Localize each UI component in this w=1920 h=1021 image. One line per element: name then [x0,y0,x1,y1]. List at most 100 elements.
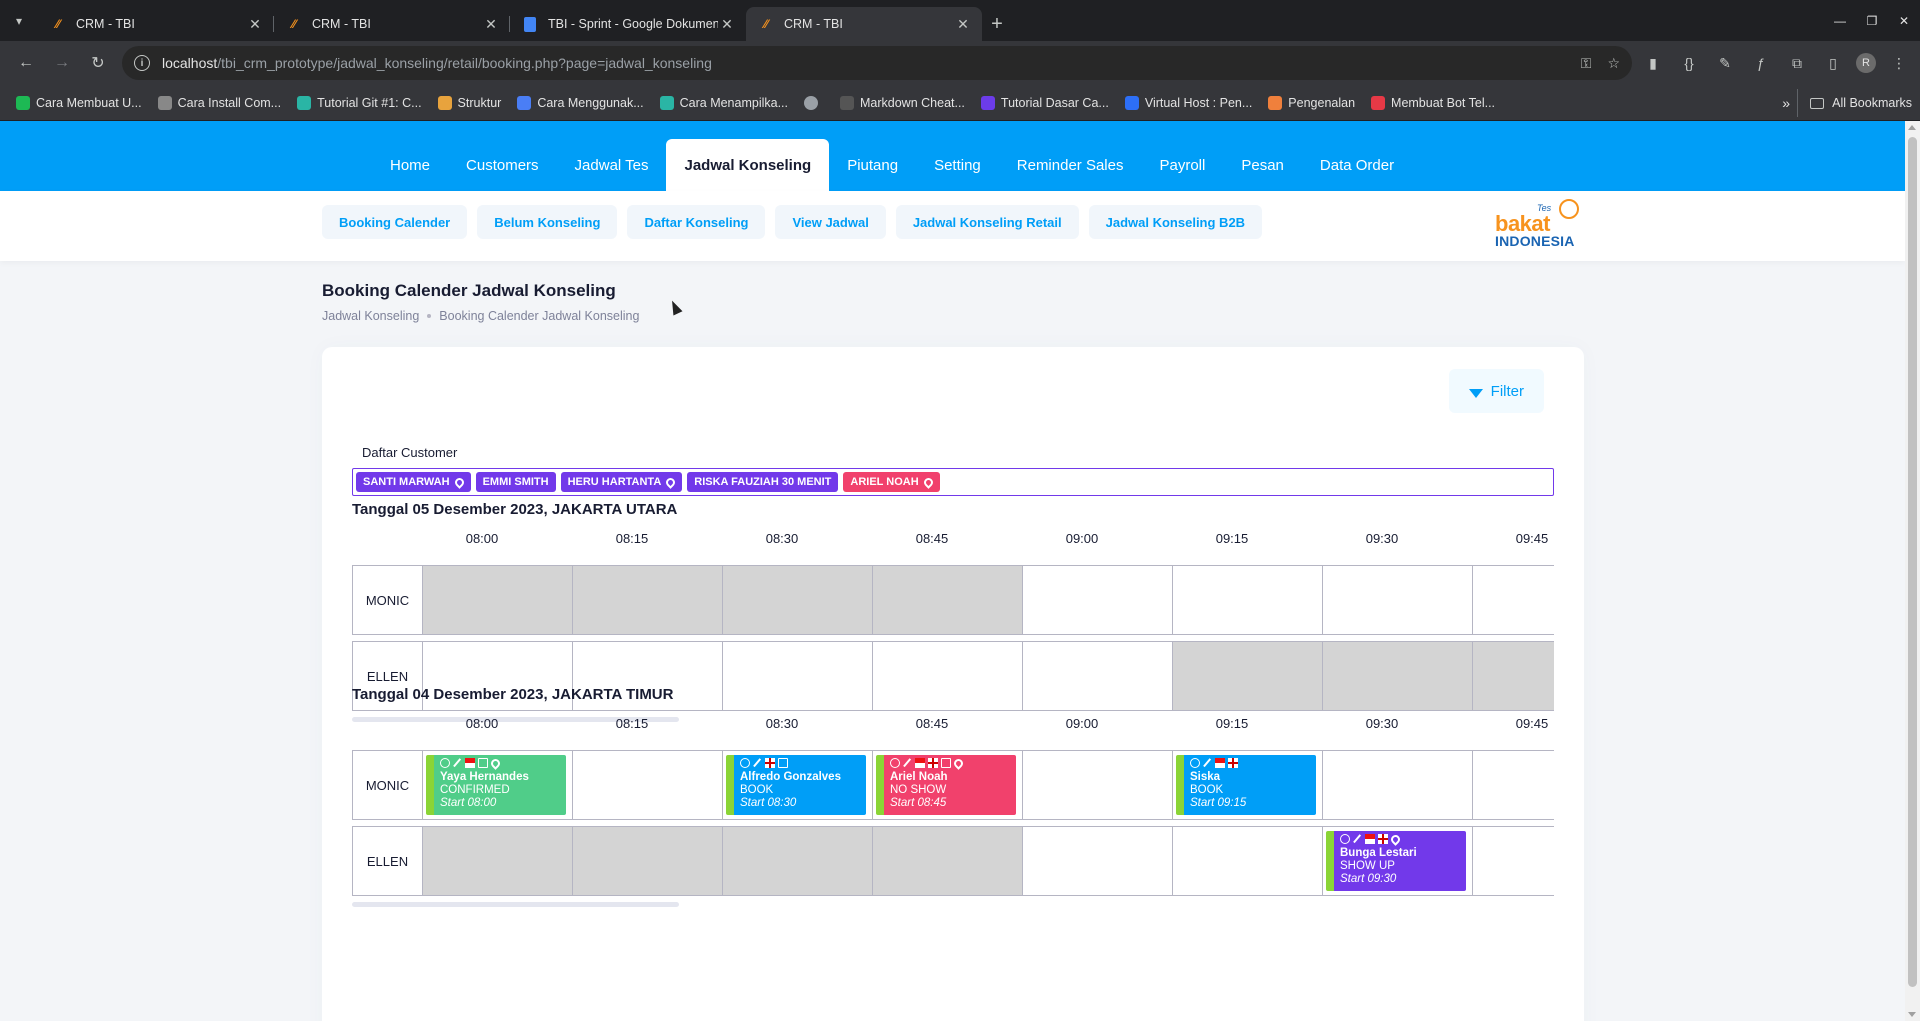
breadcrumb-item[interactable]: Jadwal Konseling [322,309,419,323]
eye-icon[interactable] [740,758,750,768]
time-slot[interactable] [423,566,573,634]
maximize-icon[interactable]: ❐ [1856,0,1888,41]
close-tab-icon[interactable]: ✕ [718,16,736,33]
bookmark-item[interactable]: Pengenalan [1260,89,1363,117]
flag-id-icon[interactable] [1365,834,1375,844]
time-slot[interactable]: Alfredo Gonzalves BOOK Start 08:30 [723,751,873,819]
profile-avatar[interactable]: R [1856,53,1876,73]
back-icon[interactable]: ← [8,47,44,79]
close-tab-icon[interactable]: ✕ [482,16,500,33]
subnav-item[interactable]: Jadwal Konseling Retail [895,205,1079,239]
browser-tab[interactable]: ⁄⁄ CRM - TBI ✕ [38,7,274,41]
nav-item[interactable]: Pesan [1223,139,1302,191]
time-slot[interactable] [873,642,1023,710]
bookmark-item[interactable]: Markdown Cheat... [832,89,973,117]
nav-item[interactable]: Reminder Sales [999,139,1142,191]
close-tab-icon[interactable]: ✕ [246,16,264,33]
time-slot[interactable] [423,827,573,895]
bookmark-item[interactable]: Cara Membuat U... [8,89,150,117]
customer-chip[interactable]: EMMI SMITH [475,472,556,492]
time-slot[interactable] [1473,827,1554,895]
time-slot[interactable] [1473,751,1554,819]
pen-icon[interactable] [903,758,912,768]
booking-event[interactable]: Alfredo Gonzalves BOOK Start 08:30 [726,755,866,815]
id-card-icon[interactable] [941,758,951,768]
browser-menu-icon[interactable]: ⋮ [1886,50,1912,76]
flag-en-icon[interactable] [1228,758,1238,768]
time-slot[interactable] [1323,642,1473,710]
extension-code-icon[interactable]: {} [1676,50,1702,76]
subnav-item[interactable]: Belum Konseling [477,205,618,239]
all-bookmarks-button[interactable]: All Bookmarks [1797,89,1912,117]
schedule-timeline[interactable]: 08:00 08:15 08:30 08:45 09:00 09:15 09:30 09:45… [352,716,1554,912]
time-slot[interactable] [1173,642,1323,710]
flag-id-icon[interactable] [1215,758,1225,768]
horizontal-scrollbar[interactable] [352,902,679,907]
new-tab-button[interactable]: + [982,7,1012,41]
bookmark-item[interactable]: Struktur [430,89,510,117]
time-slot[interactable]: Bunga Lestari SHOW UP Start 09:30 [1323,827,1473,895]
side-panel-icon[interactable]: ▯ [1820,50,1846,76]
browser-tab[interactable]: TBI - Sprint - Google Dokumen ✕ [510,7,746,41]
tes-bakat-logo[interactable]: Tes bakat INDONESIA [1495,199,1585,251]
id-card-icon[interactable] [478,758,488,768]
browser-tab[interactable]: ⁄⁄ CRM - TBI ✕ [274,7,510,41]
time-slot[interactable] [1023,566,1173,634]
time-slot[interactable] [573,751,723,819]
time-slot[interactable]: Siska BOOK Start 09:15 [1173,751,1323,819]
time-slot[interactable] [1173,827,1323,895]
site-info-icon[interactable]: i [134,55,150,71]
flag-en-icon[interactable] [928,758,938,768]
bookmark-item[interactable]: Tutorial Git #1: C... [289,89,429,117]
flag-id-icon[interactable] [465,758,475,768]
bookmark-item[interactable]: Cara Menampilka... [652,89,796,117]
bookmark-item[interactable]: Membuat Bot Tel... [1363,89,1503,117]
time-slot[interactable] [1323,566,1473,634]
subnav-item[interactable]: Jadwal Konseling B2B [1088,205,1263,239]
nav-item[interactable]: Setting [916,139,999,191]
nav-item[interactable]: Piutang [829,139,916,191]
booking-event[interactable]: Siska BOOK Start 09:15 [1176,755,1316,815]
time-slot[interactable] [1023,751,1173,819]
nav-item[interactable]: Customers [448,139,557,191]
time-slot[interactable] [1023,642,1173,710]
nav-item[interactable]: Data Order [1302,139,1412,191]
close-tab-icon[interactable]: ✕ [954,16,972,33]
password-key-icon[interactable]: ⚿ [1581,55,1592,72]
pin-icon[interactable] [1389,832,1402,846]
page-scrollbar[interactable] [1905,121,1920,1021]
time-slot[interactable] [723,566,873,634]
pen-icon[interactable] [1203,758,1212,768]
forward-icon[interactable]: → [44,47,80,79]
bookmark-star-icon[interactable]: ☆ [1607,55,1620,72]
bookmark-item[interactable]: Cara Install Com... [150,89,290,117]
eye-icon[interactable] [890,758,900,768]
tab-search-icon[interactable]: ▾ [0,0,38,41]
customer-chip[interactable]: ARIEL NOAH [843,472,940,492]
eye-icon[interactable] [1190,758,1200,768]
filter-button[interactable]: Filter [1448,369,1544,413]
subnav-item[interactable]: View Jadwal [775,205,886,239]
scrollbar-thumb[interactable] [1908,137,1917,987]
extension-copy-icon[interactable]: ▮ [1640,50,1666,76]
subnav-item[interactable]: Booking Calender [322,205,468,239]
time-slot[interactable] [873,566,1023,634]
pin-icon[interactable] [489,756,502,770]
time-slot[interactable] [723,642,873,710]
customer-chip[interactable]: SANTI MARWAH [356,472,471,492]
scroll-down-icon[interactable] [1908,1012,1916,1017]
time-slot[interactable] [873,827,1023,895]
pen-icon[interactable] [453,758,462,768]
booking-event[interactable]: Yaya Hernandes CONFIRMED Start 08:00 [426,755,566,815]
customer-chip[interactable]: HERU HARTANTA [560,472,683,492]
extensions-puzzle-icon[interactable]: ⧉ [1784,50,1810,76]
subnav-item[interactable]: Daftar Konseling [627,205,766,239]
time-slot[interactable] [573,827,723,895]
nav-item[interactable]: Home [372,139,448,191]
url-input[interactable]: i localhost/tbi_crm_prototype/jadwal_kon… [122,46,1632,80]
id-card-icon[interactable] [778,758,788,768]
time-slot[interactable] [1173,566,1323,634]
flag-en-icon[interactable] [1378,834,1388,844]
pin-icon[interactable] [952,756,965,770]
pen-icon[interactable] [753,758,762,768]
